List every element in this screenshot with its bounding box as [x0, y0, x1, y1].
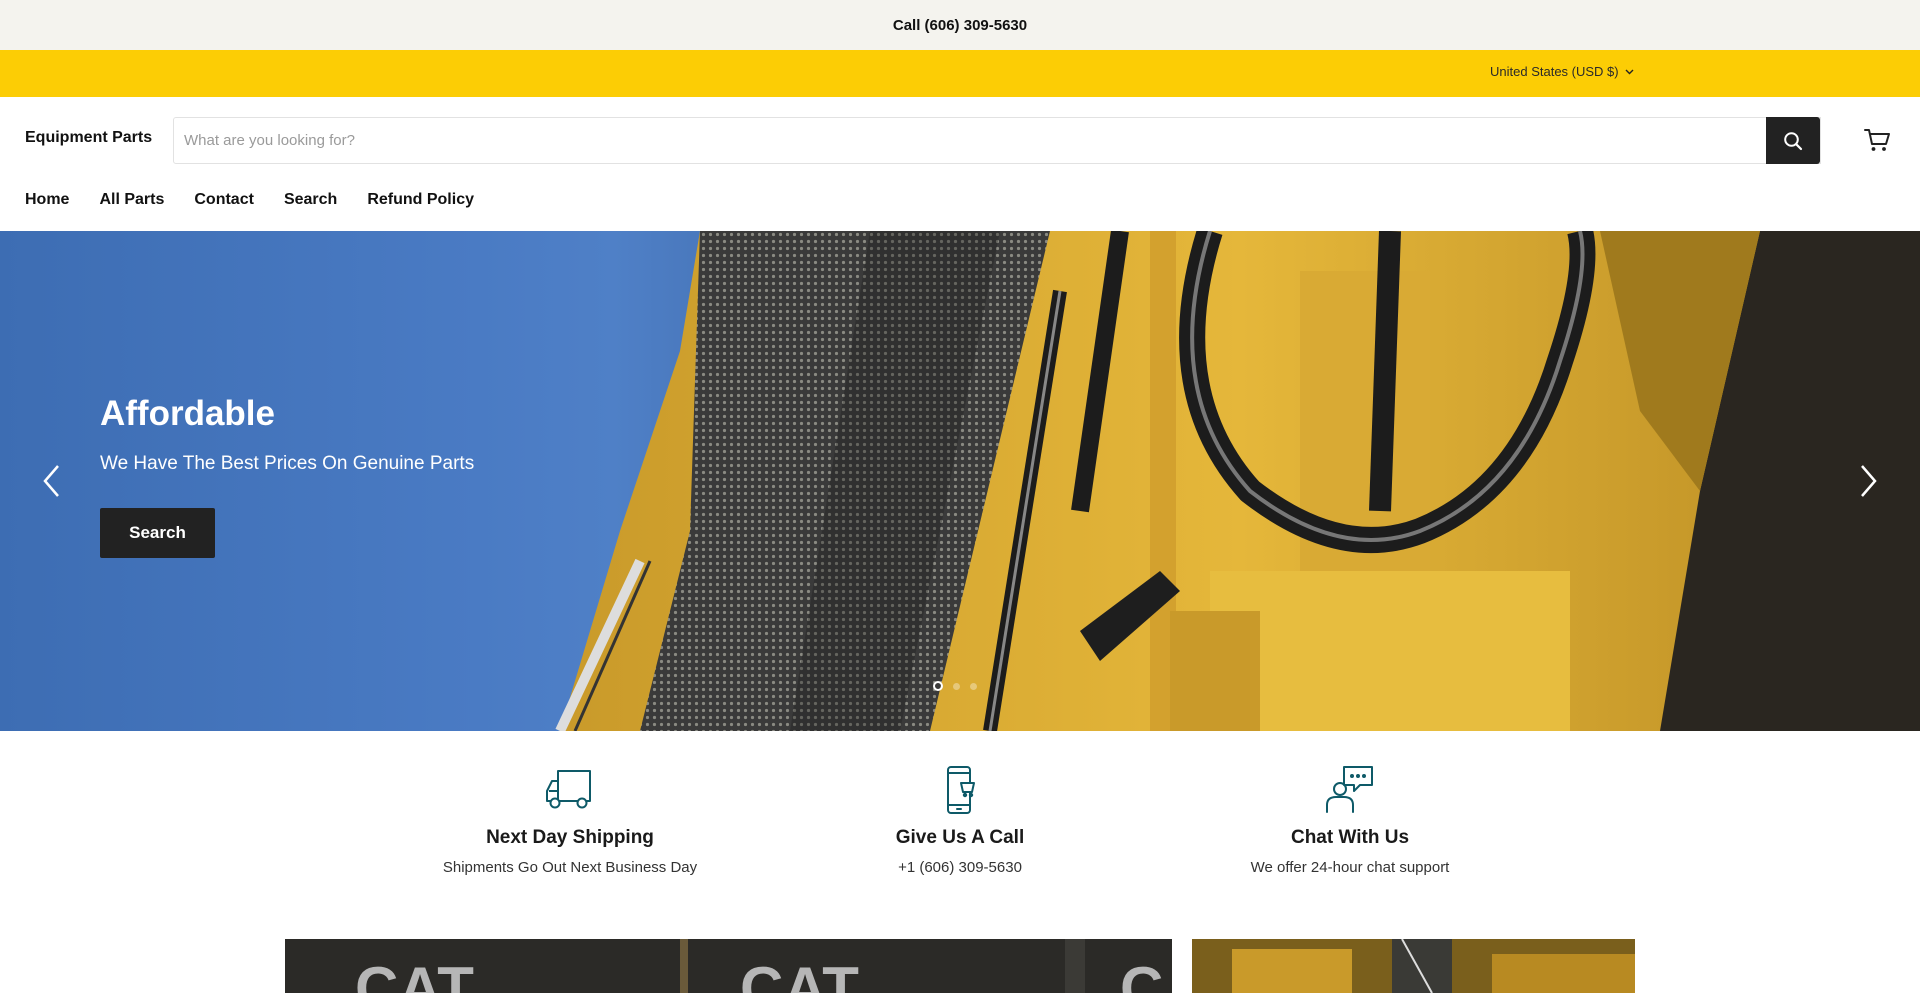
hero-subtitle: We Have The Best Prices On Genuine Parts [100, 453, 475, 474]
nav-item-contact[interactable]: Contact [194, 191, 254, 209]
chevron-left-icon [43, 465, 59, 497]
feature-chat: Chat With Us We offer 24-hour chat suppo… [1190, 765, 1510, 876]
hero-image [555, 231, 1920, 731]
hero-title: Affordable [100, 394, 275, 433]
machine-photo [1192, 939, 1635, 993]
chevron-right-icon [1861, 465, 1877, 497]
cart-button[interactable] [1862, 125, 1892, 155]
slide-dot-2[interactable] [953, 683, 960, 690]
feature-shipping: Next Day Shipping Shipments Go Out Next … [410, 765, 730, 876]
search-button[interactable] [1766, 117, 1820, 164]
nav-item-refund-policy[interactable]: Refund Policy [367, 191, 474, 209]
hero-search-button[interactable]: Search [100, 508, 215, 558]
nav-item-search[interactable]: Search [284, 191, 337, 209]
main-nav: Home All Parts Contact Search Refund Pol… [25, 191, 474, 209]
collection-image-machine[interactable] [1192, 939, 1635, 993]
slide-prev-button[interactable] [40, 463, 64, 499]
slide-dot-1[interactable] [933, 681, 943, 691]
utility-bar: United States (USD $) [0, 50, 1920, 97]
chat-icon [1326, 766, 1373, 813]
currency-selector[interactable]: United States (USD $) [1490, 64, 1634, 79]
site-logo[interactable]: Equipment Parts [25, 129, 152, 147]
truck-icon [546, 770, 591, 809]
announcement-bar: Call (606) 309-5630 [0, 0, 1920, 50]
feature-text: Shipments Go Out Next Business Day [442, 859, 698, 876]
svg-text:CAT: CAT [355, 955, 474, 993]
search-bar [173, 117, 1821, 164]
nav-item-all-parts[interactable]: All Parts [99, 191, 164, 209]
svg-text:CAT: CAT [740, 955, 859, 993]
svg-text:C: C [1120, 955, 1163, 993]
chevron-down-icon [1625, 68, 1634, 78]
search-icon [1784, 131, 1803, 150]
features-section: Next Day Shipping Shipments Go Out Next … [0, 731, 1920, 931]
collection-image-cat-parts[interactable]: CAT CAT C [285, 939, 1172, 993]
site-header: Equipment Parts [0, 97, 1920, 187]
cat-parts-photo: CAT CAT C [285, 939, 1172, 993]
slide-next-button[interactable] [1856, 463, 1880, 499]
announcement-text[interactable]: Call (606) 309-5630 [893, 17, 1027, 34]
currency-label: United States (USD $) [1490, 64, 1619, 79]
search-input[interactable] [174, 118, 1820, 163]
feature-call: Give Us A Call +1 (606) 309-5630 [800, 765, 1120, 876]
feature-title: Next Day Shipping [486, 827, 654, 848]
slide-indicators [933, 681, 977, 691]
feature-title: Chat With Us [1290, 827, 1410, 848]
phone-icon [947, 766, 975, 814]
nav-item-home[interactable]: Home [25, 191, 69, 209]
hero-slideshow: Affordable We Have The Best Prices On Ge… [0, 231, 1920, 731]
feature-title: Give Us A Call [895, 827, 1025, 848]
cart-icon [1864, 129, 1890, 151]
feature-text: We offer 24-hour chat support [1250, 859, 1450, 876]
slide-dot-3[interactable] [970, 683, 977, 690]
feature-text[interactable]: +1 (606) 309-5630 [800, 859, 1120, 876]
